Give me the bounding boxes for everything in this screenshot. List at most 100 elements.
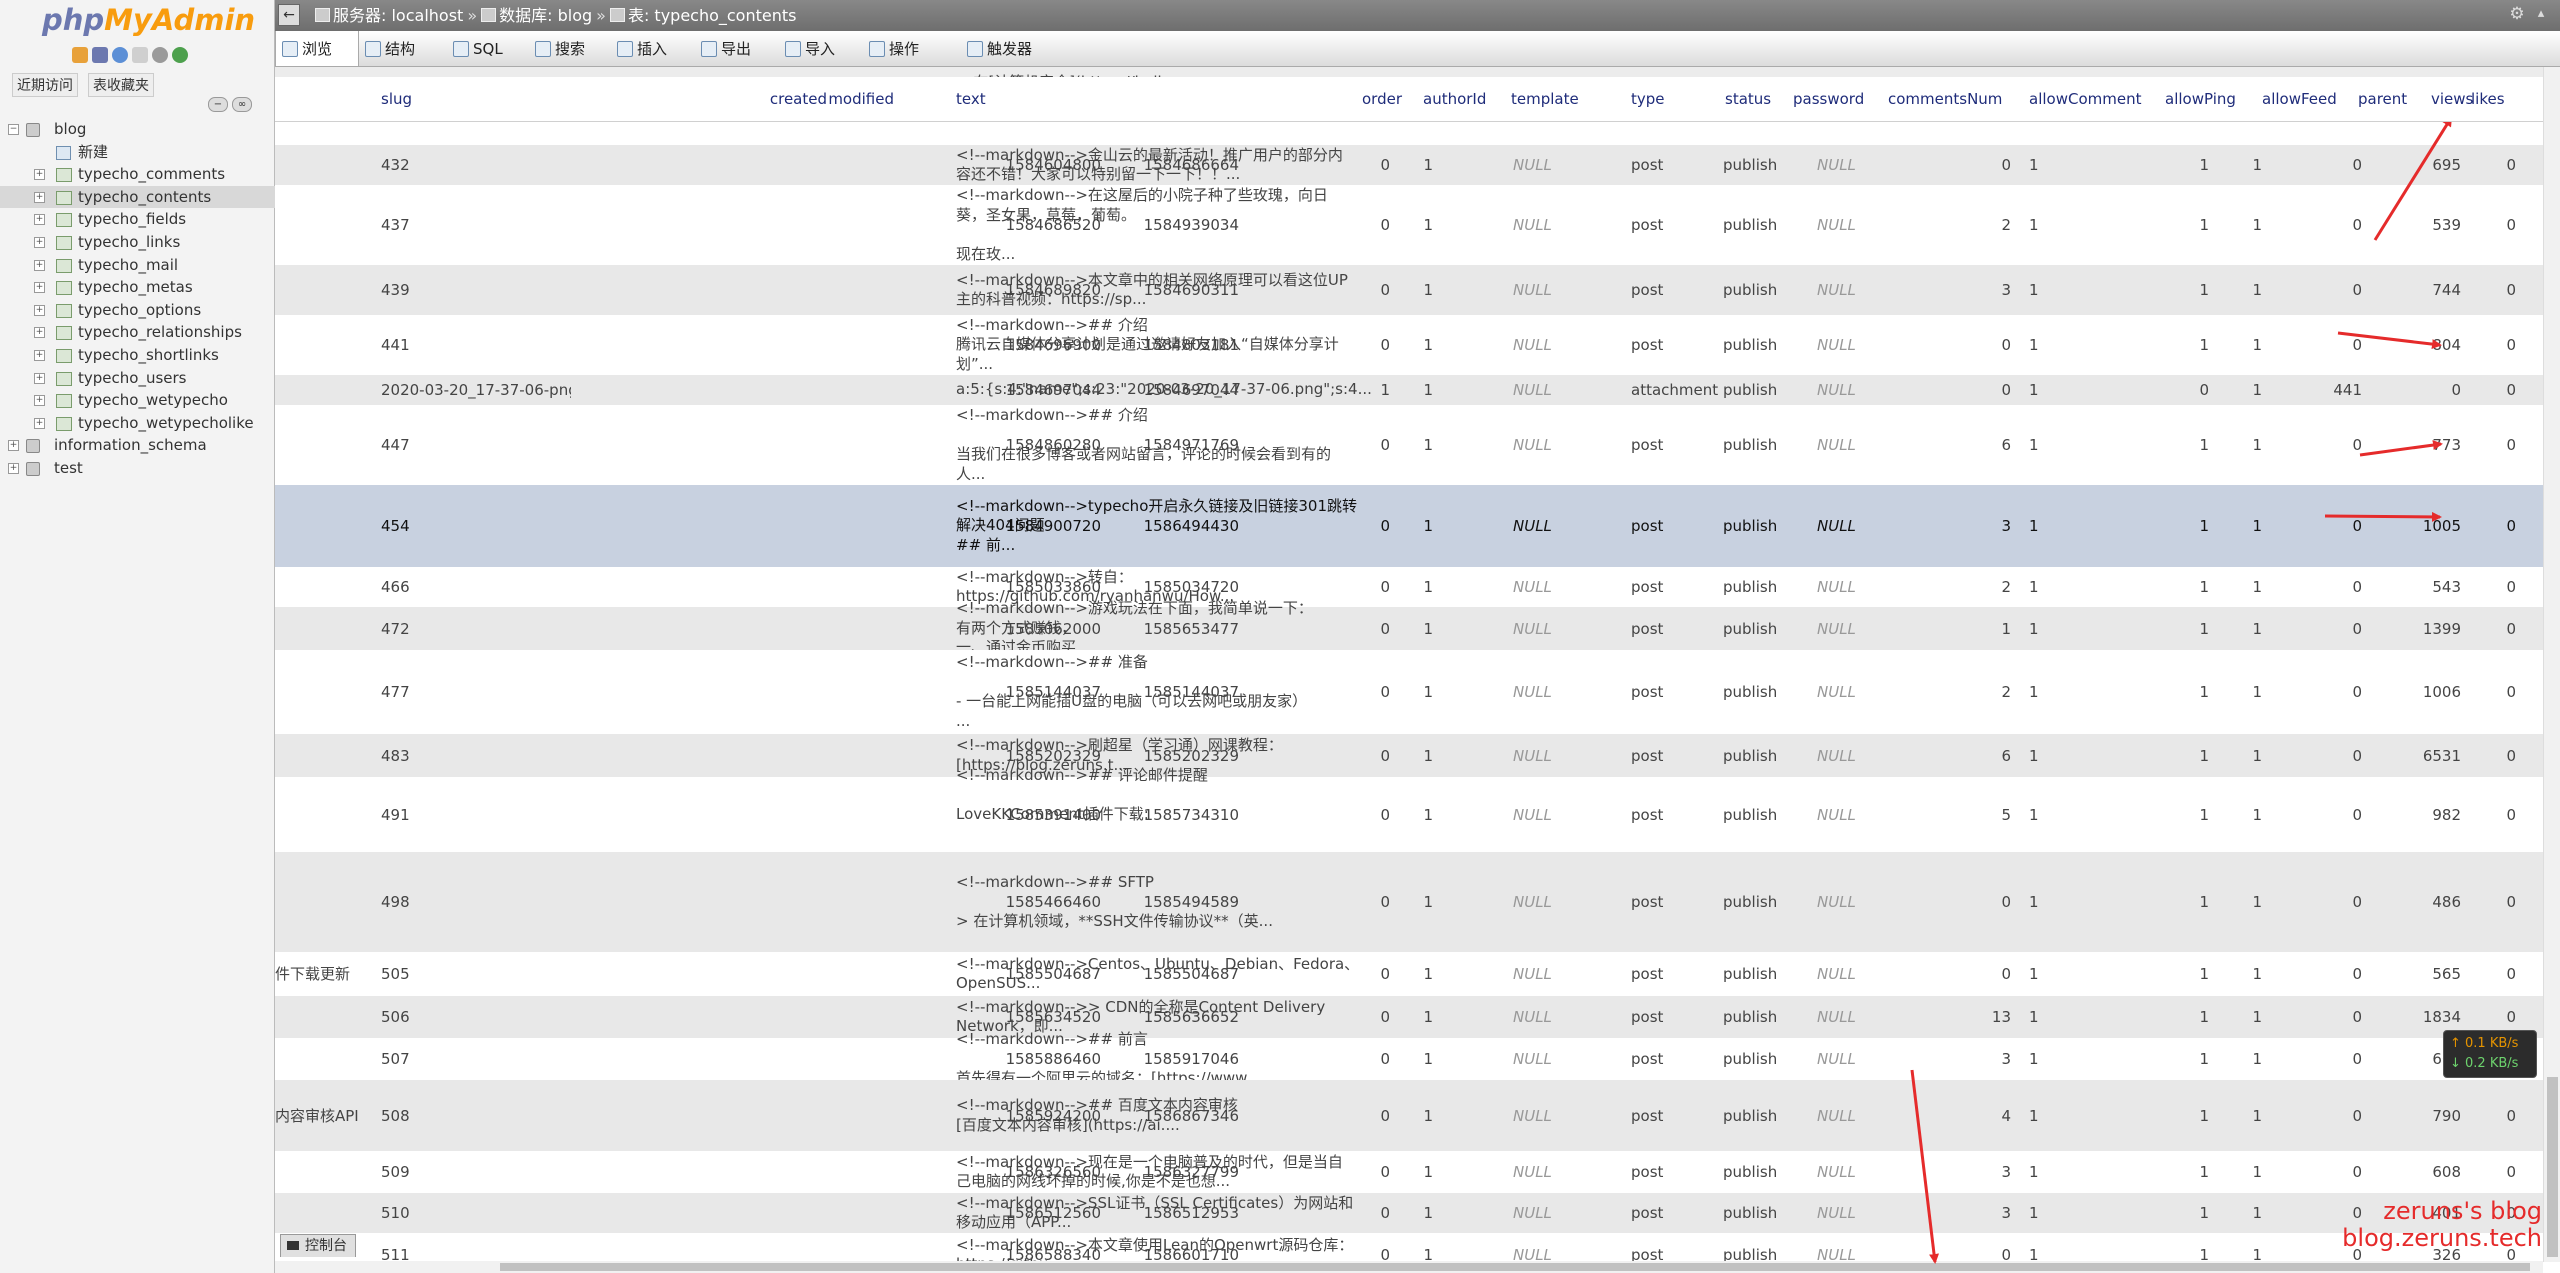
cell-slug[interactable]: 439 (381, 280, 571, 300)
expand-icon[interactable]: + (34, 417, 45, 429)
cell-slug[interactable]: 432 (381, 155, 571, 175)
cell-slug[interactable]: 477 (381, 682, 571, 702)
gear-icon[interactable]: ⚙ (2508, 5, 2526, 23)
table-row[interactable]: 466 1585033860 1585034720 <!--markdown-->转自… (275, 567, 2543, 607)
tab-insert[interactable]: 插入 (611, 31, 695, 66)
recent-tab[interactable]: 近期访问 (12, 73, 78, 97)
phpmyadmin-logo[interactable]: phpMyAdmin (42, 3, 255, 37)
horizontal-scrollbar[interactable] (275, 1261, 2543, 1273)
table-row[interactable]: 477 1585144037 1585144037 <!--markdown-->##… (275, 650, 2543, 734)
cell-slug[interactable]: 454 (381, 516, 571, 536)
column-header-views[interactable]: views (2431, 77, 2473, 121)
column-header-template[interactable]: template (1511, 77, 1579, 121)
column-header-password[interactable]: password (1793, 77, 1864, 121)
expand-icon[interactable]: + (34, 372, 45, 384)
home-icon[interactable] (72, 47, 88, 63)
column-header-order[interactable]: order (1362, 77, 1402, 121)
tree-table-typecho_comments[interactable]: + typecho_comments (0, 163, 275, 186)
help-icon[interactable] (112, 47, 128, 63)
table-row[interactable]: 506 1585634520 1585636652 <!--markdown-->> … (275, 996, 2543, 1038)
cell-slug[interactable]: 505 (381, 964, 571, 984)
tree-table-typecho_wetypecho[interactable]: + typecho_wetypecho (0, 389, 275, 412)
column-header-type[interactable]: type (1631, 77, 1665, 121)
column-header-created[interactable]: created (770, 77, 827, 121)
collapse-nav-icon[interactable]: ← (278, 4, 300, 26)
table-row[interactable]: 447 1584860280 1584971769 <!--markdown-->##… (275, 405, 2543, 485)
tab-trigger[interactable]: 触发器 (961, 31, 1065, 66)
cell-slug[interactable]: 2020-03-20_17-37-06-png (381, 380, 571, 400)
expand-icon[interactable]: + (34, 349, 45, 361)
vertical-scrollbar[interactable] (2543, 67, 2560, 1262)
expand-icon[interactable]: + (34, 259, 45, 271)
expand-icon[interactable]: + (34, 191, 45, 203)
cell-slug[interactable]: 483 (381, 746, 571, 766)
expand-icon[interactable]: + (8, 462, 19, 474)
tree-table-typecho_fields[interactable]: + typecho_fields (0, 208, 275, 231)
table-row[interactable]: 509 1586326560 1586327799 <!--markdown-->现在… (275, 1151, 2543, 1193)
reload-icon[interactable] (172, 47, 188, 63)
cell-slug[interactable]: 507 (381, 1049, 571, 1069)
table-row[interactable]: 454 1584900720 1586494430 <!--markdown-->ty… (275, 485, 2543, 567)
expand-icon[interactable]: + (34, 282, 45, 294)
expand-icon[interactable]: + (34, 304, 45, 316)
tab-wrench[interactable]: 操作 (863, 31, 961, 66)
scroll-top-icon[interactable]: ▴ (2532, 5, 2550, 23)
column-header-text[interactable]: text (956, 77, 986, 121)
table-row[interactable]: 472 1585062000 1585653477 <!--markdown-->游戏… (275, 599, 2543, 656)
cell-slug[interactable]: 472 (381, 619, 571, 639)
favorites-tab[interactable]: 表收藏夹 (88, 73, 154, 97)
tab-import[interactable]: 导入 (779, 31, 863, 66)
table-row[interactable]: 441 1584696900 1584803181 <!--markdown-->##… (275, 315, 2543, 375)
breadcrumb-database[interactable]: 数据库: blog (499, 6, 592, 25)
expand-icon[interactable]: + (34, 214, 45, 226)
cell-slug[interactable]: 498 (381, 892, 571, 912)
tree-db-blog[interactable]: − blog (0, 118, 275, 141)
column-header-authorId[interactable]: authorId (1423, 77, 1486, 121)
column-header-likes[interactable]: likes (2471, 77, 2505, 121)
tree-db-information_schema[interactable]: + information_schema (0, 434, 275, 457)
column-header-allowFeed[interactable]: allowFeed (2262, 77, 2337, 121)
tree-table-typecho_metas[interactable]: + typecho_metas (0, 276, 275, 299)
link-icon[interactable]: ∞ (232, 97, 252, 112)
cell-slug[interactable]: 491 (381, 805, 571, 825)
breadcrumb-table[interactable]: 表: typecho_contents (628, 6, 797, 25)
tree-db-test[interactable]: + test (0, 457, 275, 480)
table-row[interactable]: 483 1585202329 1585202329 <!--markdown-->刷超… (275, 734, 2543, 777)
tree-table-typecho_options[interactable]: + typecho_options (0, 299, 275, 322)
tree-table-typecho_wetypecholike[interactable]: + typecho_wetypecholike (0, 412, 275, 435)
cell-slug[interactable]: 508 (381, 1106, 571, 1126)
expand-icon[interactable]: + (34, 236, 45, 248)
cell-slug[interactable]: 466 (381, 577, 571, 597)
vertical-scroll-thumb[interactable] (2547, 1077, 2558, 1257)
expand-icon[interactable]: + (34, 327, 45, 339)
tab-structure[interactable]: 结构 (359, 31, 447, 66)
expand-icon[interactable]: + (34, 395, 45, 407)
tree-table-typecho_relationships[interactable]: + typecho_relationships (0, 321, 275, 344)
table-row[interactable]: 内容审核API 508 1585924200 1586867346 <!--markdo… (275, 1080, 2543, 1151)
tab-browse[interactable]: 浏览 (275, 31, 359, 66)
logout-icon[interactable] (92, 47, 108, 63)
table-row[interactable]: 511 1586588340 1586601710 <!--markdown-->本文… (275, 1233, 2543, 1262)
tab-sql[interactable]: SQL (447, 31, 529, 66)
docs-icon[interactable] (132, 47, 148, 63)
table-row[interactable]: 2020-03-20_17-37-06-png 1584697044 1584697… (275, 375, 2543, 405)
column-header-parent[interactable]: parent (2358, 77, 2407, 121)
collapse-all-icon[interactable]: − (208, 97, 228, 112)
cell-slug[interactable]: 441 (381, 335, 571, 355)
column-header-slug[interactable]: slug (381, 77, 412, 121)
cell-slug[interactable]: 511 (381, 1245, 571, 1262)
settings-icon[interactable] (152, 47, 168, 63)
column-header-allowPing[interactable]: allowPing (2165, 77, 2236, 121)
column-header-status[interactable]: status (1725, 77, 1771, 121)
tree-table-typecho_users[interactable]: + typecho_users (0, 367, 275, 390)
tree-table-typecho_shortlinks[interactable]: + typecho_shortlinks (0, 344, 275, 367)
cell-slug[interactable]: 510 (381, 1203, 571, 1223)
cell-slug[interactable]: 447 (381, 435, 571, 455)
table-row[interactable]: 498 1585466460 1585494589 <!--markdown-->##… (275, 852, 2543, 952)
horizontal-scroll-thumb[interactable] (500, 1263, 2530, 1271)
table-row[interactable]: 439 1584689820 1584690311 <!--markdown-->本文… (275, 265, 2543, 315)
table-row[interactable]: 432 1584604800 1584686664 <!--markdown-->金山… (275, 145, 2543, 185)
expand-icon[interactable]: + (34, 169, 45, 181)
table-row[interactable]: 437 1584686520 1584939034 <!--markdown-->在这… (275, 185, 2543, 265)
expand-icon[interactable]: + (8, 440, 19, 452)
